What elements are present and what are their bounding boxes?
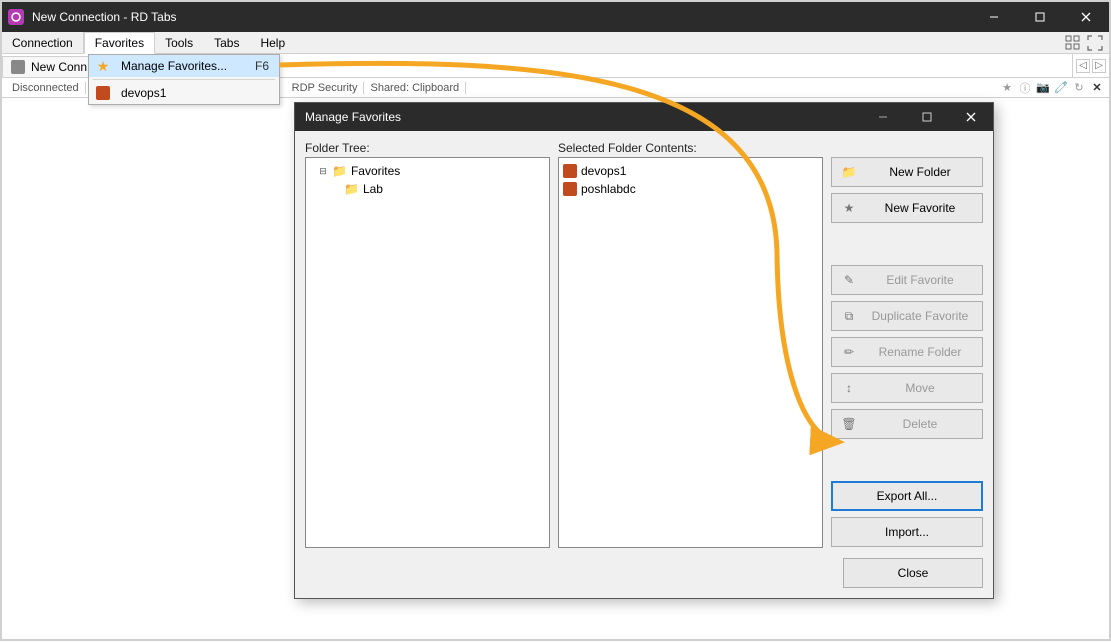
close-dialog-button[interactable]: Close [843,558,983,588]
list-item-label: devops1 [581,164,626,178]
selected-contents-label: Selected Folder Contents: [558,141,823,155]
menu-tabs[interactable]: Tabs [204,32,250,53]
move-icon: ↕ [840,381,858,395]
menu-favorite-entry-label: devops1 [117,86,279,100]
window-controls [971,2,1109,32]
window-title: New Connection - RD Tabs [32,10,971,24]
rename-folder-button[interactable]: ✏ Rename Folder [831,337,983,367]
close-button[interactable] [1063,2,1109,32]
new-favorite-button[interactable]: ★ New Favorite [831,193,983,223]
rdp-icon [96,86,110,100]
tab-nav: ◁ ▷ [1072,54,1109,77]
tree-child-label: Lab [363,182,383,196]
tab-next-button[interactable]: ▷ [1092,59,1106,73]
fullscreen-icon[interactable] [1087,35,1103,51]
edit-favorite-button[interactable]: ✎ Edit Favorite [831,265,983,295]
menu-help[interactable]: Help [250,32,296,53]
new-folder-icon: 📁 [840,165,858,179]
attach-tool-icon[interactable]: 🧷 [1053,80,1069,96]
dialog-close-button[interactable] [949,103,993,131]
new-folder-button[interactable]: 📁 New Folder [831,157,983,187]
close-tool-icon[interactable]: ✕ [1089,80,1105,96]
connection-tab-label: New Conn [31,60,87,74]
status-security: RDP Security [286,82,365,94]
tree-collapse-icon[interactable]: ⊟ [318,166,328,177]
status-connection: Disconnected [6,82,86,94]
camera-tool-icon[interactable]: 📷 [1035,80,1051,96]
dialog-title: Manage Favorites [305,110,401,124]
titlebar: New Connection - RD Tabs [2,2,1109,32]
tree-root-label: Favorites [351,164,400,178]
folder-icon: 📁 [344,182,359,196]
rdp-icon [11,60,25,74]
rdp-icon [563,182,577,196]
status-shared: Shared: Clipboard [364,82,466,94]
menu-manage-favorites-label: Manage Favorites... [117,59,255,73]
menu-manage-favorites[interactable]: ★ Manage Favorites... F6 [89,55,279,77]
delete-button[interactable]: 🗑 Delete [831,409,983,439]
dialog-minimize-button[interactable] [861,103,905,131]
move-button[interactable]: ↕ Move [831,373,983,403]
menu-connection[interactable]: Connection [2,32,84,53]
star-icon: ★ [97,58,110,75]
info-tool-icon[interactable]: ⓘ [1017,80,1033,96]
favorites-dropdown: ★ Manage Favorites... F6 devops1 [88,54,280,105]
dialog-maximize-button[interactable] [905,103,949,131]
menu-tools[interactable]: Tools [155,32,204,53]
manage-favorites-dialog: Manage Favorites Folder Tree: ⊟ 📁 Favori… [294,102,994,599]
tree-root[interactable]: ⊟ 📁 Favorites [310,162,545,180]
folder-tree[interactable]: ⊟ 📁 Favorites 📁 Lab [305,157,550,548]
menu-manage-favorites-shortcut: F6 [255,59,279,73]
app-icon [8,9,24,25]
duplicate-icon: ⧉ [840,309,858,324]
status-tools: ★ ⓘ 📷 🧷 ↻ ✕ [999,80,1105,96]
folder-contents-list[interactable]: devops1 poshlabdc [558,157,823,548]
star-icon: ★ [840,201,858,215]
grid-view-icon[interactable] [1065,35,1081,51]
export-all-button[interactable]: Export All... [831,481,983,511]
rdp-icon [563,164,577,178]
tab-prev-button[interactable]: ◁ [1076,59,1090,73]
list-item-label: poshlabdc [581,182,636,196]
edit-icon: ✎ [840,273,858,287]
list-item[interactable]: devops1 [563,162,818,180]
menu-separator [93,79,275,80]
refresh-tool-icon[interactable]: ↻ [1071,80,1087,96]
list-item[interactable]: poshlabdc [563,180,818,198]
delete-icon: 🗑 [840,417,858,431]
connection-tab[interactable]: New Conn [2,56,96,77]
menu-favorite-entry[interactable]: devops1 [89,82,279,104]
folder-icon: 📁 [332,164,347,178]
tree-child[interactable]: 📁 Lab [310,180,545,198]
rename-icon: ✏ [840,345,858,359]
minimize-button[interactable] [971,2,1017,32]
import-button[interactable]: Import... [831,517,983,547]
maximize-button[interactable] [1017,2,1063,32]
duplicate-favorite-button[interactable]: ⧉ Duplicate Favorite [831,301,983,331]
star-tool-icon[interactable]: ★ [999,80,1015,96]
menu-favorites[interactable]: Favorites [84,32,155,54]
folder-tree-label: Folder Tree: [305,141,550,155]
menubar: Connection Favorites Tools Tabs Help [2,32,1109,54]
dialog-titlebar: Manage Favorites [295,103,993,131]
